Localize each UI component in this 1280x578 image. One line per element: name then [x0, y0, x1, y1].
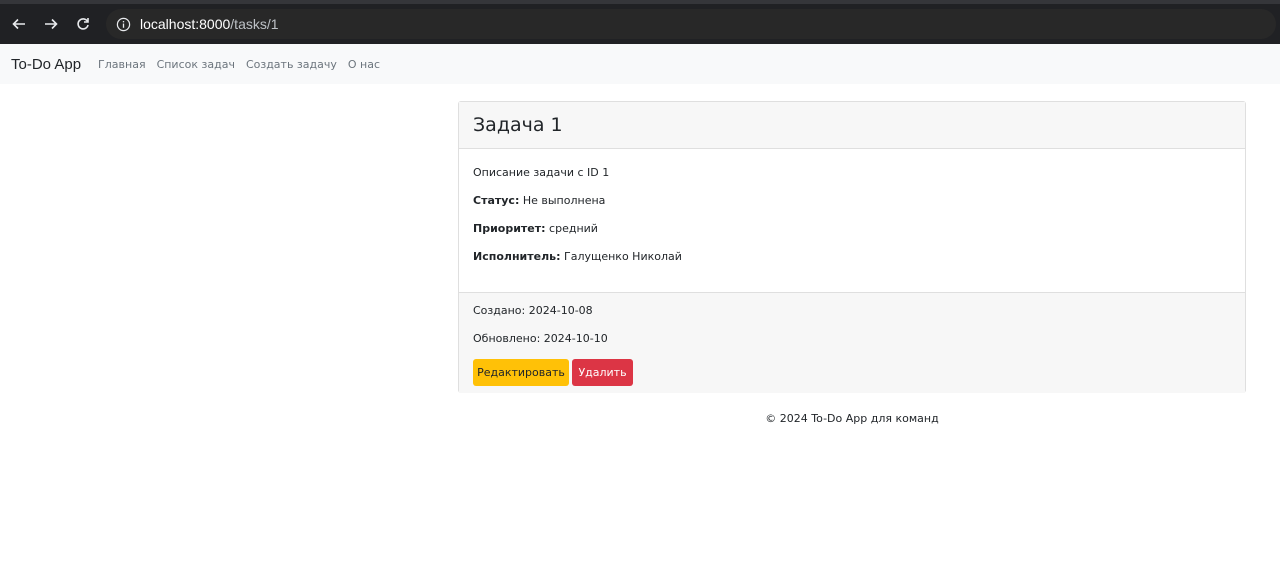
task-description: Описание задачи с ID 1	[473, 166, 610, 179]
forward-arrow-icon[interactable]	[39, 12, 63, 36]
navbar-brand[interactable]: To-Do App	[11, 56, 81, 73]
assignee-value: Галущенко Николай	[564, 250, 682, 263]
site-info-icon[interactable]	[115, 16, 131, 32]
task-status: Статус: Не выполнена	[473, 193, 1231, 209]
url-host: localhost:8000	[140, 16, 231, 32]
url-path: /tasks/1	[230, 16, 279, 32]
nav-link-create-task[interactable]: Создать задачу	[246, 58, 337, 71]
reload-icon[interactable]	[71, 12, 95, 36]
nav-link-about[interactable]: О нас	[348, 58, 380, 71]
action-buttons: Редактировать Удалить	[473, 359, 1231, 386]
address-bar[interactable]: localhost:8000/tasks/1	[106, 9, 1276, 39]
priority-label: Приоритет:	[473, 222, 546, 235]
task-card: Задача 1 Описание задачи с ID 1 Статус: …	[458, 101, 1246, 393]
card-footer: Создано: 2024-10-08 Обновлено: 2024-10-1…	[459, 292, 1245, 393]
assignee-label: Исполнитель:	[473, 250, 561, 263]
url-text: localhost:8000/tasks/1	[140, 16, 279, 32]
task-priority: Приоритет: средний	[473, 221, 1231, 237]
card-header: Задача 1	[459, 102, 1245, 149]
nav-link-task-list[interactable]: Список задач	[157, 58, 235, 71]
task-assignee: Исполнитель: Галущенко Николай	[473, 249, 1231, 265]
browser-toolbar: localhost:8000/tasks/1	[0, 0, 1280, 44]
card-body: Описание задачи с ID 1 Статус: Не выполн…	[459, 149, 1245, 292]
updated-date: Обновлено: 2024-10-10	[473, 332, 608, 345]
priority-value: средний	[549, 222, 598, 235]
created-date: Создано: 2024-10-08	[473, 304, 593, 317]
page-footer: © 2024 To-Do App для команд	[765, 412, 939, 425]
task-title: Задача 1	[473, 114, 563, 136]
app-navbar: To-Do App Главная Список задач Создать з…	[0, 44, 1280, 84]
status-label: Статус:	[473, 194, 520, 207]
status-value: Не выполнена	[522, 194, 606, 207]
nav-link-home[interactable]: Главная	[98, 58, 146, 71]
delete-button[interactable]: Удалить	[572, 359, 633, 386]
back-arrow-icon[interactable]	[7, 12, 31, 36]
edit-button[interactable]: Редактировать	[473, 359, 569, 386]
